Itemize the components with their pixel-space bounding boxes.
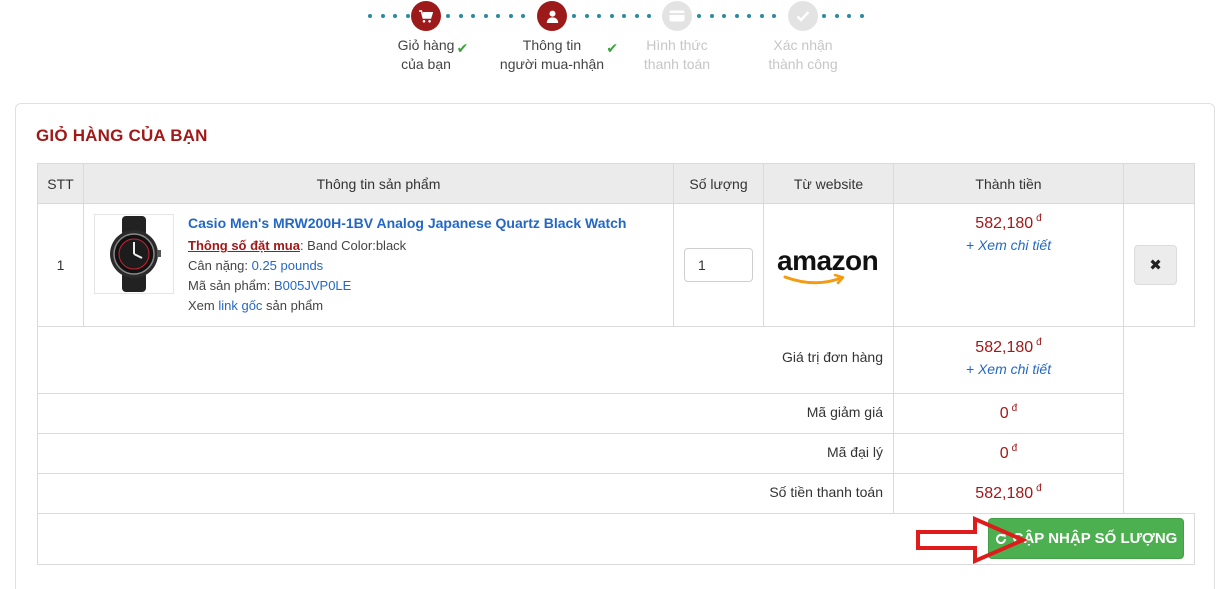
row-stt: 1 (37, 203, 84, 327)
header-total: Thành tiền (893, 163, 1124, 204)
website-name: amazon (777, 245, 879, 276)
header-stt: STT (37, 163, 84, 204)
agent-value: 0đ (999, 443, 1018, 462)
header-actions (1123, 163, 1195, 204)
product-sku: Mã sản phẩm: B005JVP0LE (188, 276, 688, 296)
cart-icon (411, 1, 441, 31)
summary-order-value-cell: 582,180 đ + Xem chi tiết (893, 326, 1124, 394)
summary-agent-label-cell: Mã đại lý (37, 433, 894, 474)
sku-value: B005JVP0LE (274, 278, 352, 293)
cart-title: GIỎ HÀNG CỦA BẠN (36, 126, 208, 145)
spec-label: Thông số đặt mua (188, 238, 300, 253)
check-icon (788, 1, 818, 31)
summary-discount-label-cell: Mã giảm giá (37, 393, 894, 434)
summary-payment-value-cell: 582,180 đ (893, 473, 1124, 514)
cart-panel: GIỎ HÀNG CỦA BẠN STT Thông tin sản phẩm … (15, 103, 1215, 589)
quantity-input[interactable] (684, 248, 753, 282)
summary-payment-label-cell: Số tiền thanh toán (37, 473, 894, 514)
remove-item-button[interactable]: ✖ (1134, 245, 1177, 285)
order-detail-link[interactable]: + Xem chi tiết (894, 361, 1123, 377)
view-suffix: sản phẩm (262, 298, 324, 313)
item-price: 582,180 đ (975, 213, 1042, 232)
agent-label: Mã đại lý (826, 444, 883, 460)
product-info: Casio Men's MRW200H-1BV Analog Japanese … (188, 213, 688, 316)
summary-agent-value-cell: 0đ (893, 433, 1124, 474)
amazon-smile-icon (783, 274, 845, 285)
weight-label: Cân nặng: (188, 258, 252, 273)
product-image[interactable] (94, 214, 174, 294)
header-product-info: Thông tin sản phẩm (83, 163, 674, 204)
product-name-link[interactable]: Casio Men's MRW200H-1BV Analog Japanese … (188, 213, 688, 233)
step-cart: Giỏ hàng của bạn ✔ (361, 0, 491, 74)
product-origin: Xem link gốc sản phẩm (188, 296, 688, 316)
payment-label: Số tiền thanh toán (769, 484, 883, 500)
weight-value: 0.25 pounds (251, 258, 324, 273)
spec-value: : Band Color:black (299, 238, 407, 253)
amazon-logo: amazon (777, 246, 883, 290)
step-buyer-info-label: Thông tin người mua-nhận ✔ (499, 37, 619, 72)
header-quantity: Số lượng (673, 163, 764, 204)
product-weight: Cân nặng: 0.25 pounds (188, 256, 688, 276)
order-value: 582,180 đ (975, 337, 1042, 356)
step-payment-label: Hình thức thanh toán (643, 37, 711, 72)
step-cart-label: Giỏ hàng của bạn ✔ (397, 37, 469, 72)
item-detail-link[interactable]: + Xem chi tiết (893, 237, 1124, 253)
payment-value: 582,180 đ (975, 483, 1042, 502)
sku-label: Mã sản phẩm: (188, 278, 274, 293)
step-confirmation-label: Xác nhận thành công (768, 37, 838, 72)
close-icon: ✖ (1149, 257, 1162, 274)
step-buyer-info: Thông tin người mua-nhận ✔ (487, 0, 619, 74)
checkout-progress: Giỏ hàng của bạn ✔ Thông tin người mua-nhậ… (360, 0, 870, 80)
discount-value: 0đ (999, 403, 1018, 422)
header-website: Từ website (763, 163, 894, 204)
watch-icon (110, 216, 161, 292)
view-prefix: Xem (188, 298, 219, 313)
update-button-label: CẬP NHẬP SỐ LƯỢNG (1012, 530, 1178, 547)
step-payment-method: Hình thức thanh toán (612, 0, 742, 74)
user-icon (537, 1, 567, 31)
item-price-block: 582,180 đ + Xem chi tiết (893, 213, 1124, 253)
red-arrow-icon (916, 515, 1028, 565)
discount-label: Mã giảm giá (806, 404, 883, 420)
order-value-label: Giá trị đơn hàng (781, 349, 883, 365)
card-icon (662, 1, 692, 31)
summary-discount-value-cell: 0đ (893, 393, 1124, 434)
step-cart-check-icon: ✔ (456, 40, 469, 56)
step-confirmation: Xác nhận thành công (738, 0, 868, 74)
original-link[interactable]: link gốc (218, 298, 262, 313)
product-spec: Thông số đặt mua: Band Color:black (188, 236, 688, 256)
summary-order-label-cell: Giá trị đơn hàng (37, 326, 894, 394)
